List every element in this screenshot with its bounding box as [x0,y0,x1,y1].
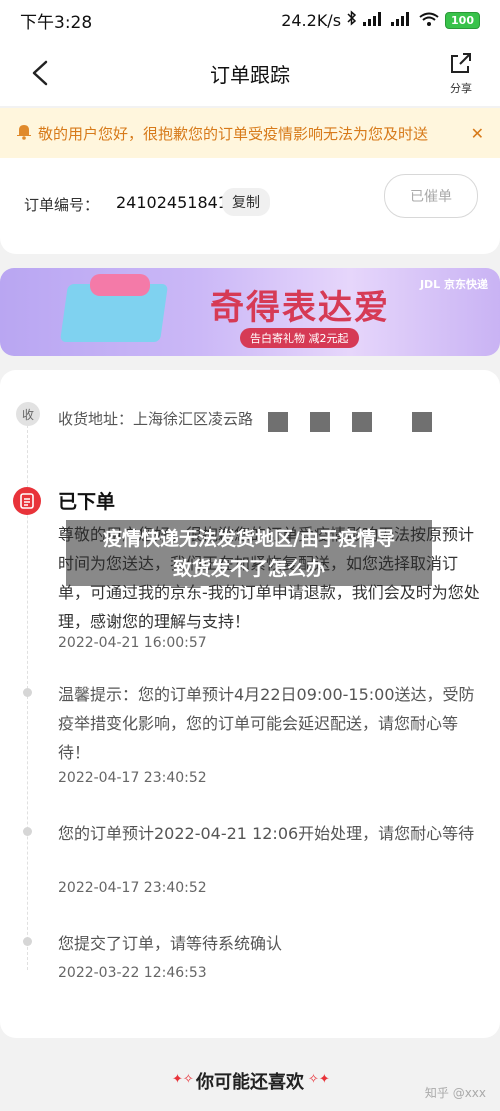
redaction-block [268,412,288,432]
share-icon [449,53,473,78]
order-number: 241024518414 [116,193,239,212]
page-title: 订单跟踪 [210,62,290,87]
order-number-label: 订单编号： [24,196,100,214]
timeline-dot [23,688,32,697]
address-icon: 收 [16,402,40,426]
timeline-event-time: 2022-04-17 23:40:52 [58,770,207,786]
network-speed: 24.2K/s [281,10,342,30]
order-placed-icon [13,487,41,515]
timeline-event-time: 2022-03-22 12:46:53 [58,965,207,981]
bell-icon [16,122,32,144]
close-icon[interactable]: ✕ [471,124,484,143]
notice-text: 敬的用户您好，很抱歉您的订单受疫情影响无法为您及时送 [38,124,429,143]
timeline-event-text: 您的订单预计2022-04-21 12:06开始处理，请您耐心等待 [58,824,475,843]
timeline-event-text: 温馨提示：您的订单预计4月22日09:00-15:00送达，受防疫举措变化影响，… [58,685,475,762]
timeline-dot [23,827,32,836]
redaction-block [310,412,330,432]
signal-icon-2 [391,11,413,30]
share-label: 分享 [450,82,472,95]
timeline-event-time: 2022-04-17 23:40:52 [58,880,207,896]
redaction-block [412,412,432,432]
sparkle-icon: ✧✦ [308,1072,330,1087]
caption-overlay: 疫情快递无法发货地区/由于疫情导 致货发不了怎么办 [66,520,432,586]
timeline-event-time: 2022-04-21 16:00:57 [58,635,207,651]
recommend-title: 你可能还喜欢 [196,1072,304,1093]
sparkle-icon: ✦✧ [172,1072,194,1087]
caption-line: 致货发不了怎么办 [172,558,325,580]
wifi-icon [419,11,439,30]
back-arrow-icon[interactable] [26,56,56,90]
epidemic-notice[interactable]: 敬的用户您好，很抱歉您的订单受疫情影响无法为您及时送 ✕ [0,108,500,158]
gift-bow-graphic [90,274,150,296]
urge-order-button[interactable]: 已催单 [384,174,478,218]
promo-banner[interactable]: 奇得表达爱 告白寄礼物 减2元起 JDL 京东快递 [0,268,500,356]
caption-line: 疫情快递无法发货地区/由于疫情导 [103,528,395,550]
copy-button[interactable]: 复制 [222,188,270,216]
status-bar: 下午3:28 24.2K/s 100 [0,0,500,40]
redaction-block [352,412,372,432]
signal-icon [363,11,385,30]
share-button[interactable]: 分享 [446,52,476,96]
delivery-address: 收货地址：上海徐汇区凌云路 [58,410,254,428]
banner-subtitle: 告白寄礼物 减2元起 [240,328,359,348]
watermark: 知乎 @xxx [424,1086,486,1100]
recommend-section: ✦✧ 你可能还喜欢 ✧✦ [0,1052,500,1111]
banner-slogan: 奇得表达爱 [210,288,390,328]
timeline-dot [23,937,32,946]
battery-indicator: 100 [445,11,480,29]
order-placed-title: 已下单 [58,491,116,513]
order-info-card: 订单编号： 241024518414 复制 已催单 [0,158,500,254]
nav-bar: 订单跟踪 分享 [0,40,500,106]
status-time: 下午3:28 [20,12,93,33]
status-indicators: 24.2K/s 100 [281,10,480,30]
banner-brand-logo: JDL 京东快递 [419,278,488,291]
timeline-event-text: 您提交了订单，请等待系统确认 [58,934,283,953]
bluetooth-icon [347,10,357,30]
